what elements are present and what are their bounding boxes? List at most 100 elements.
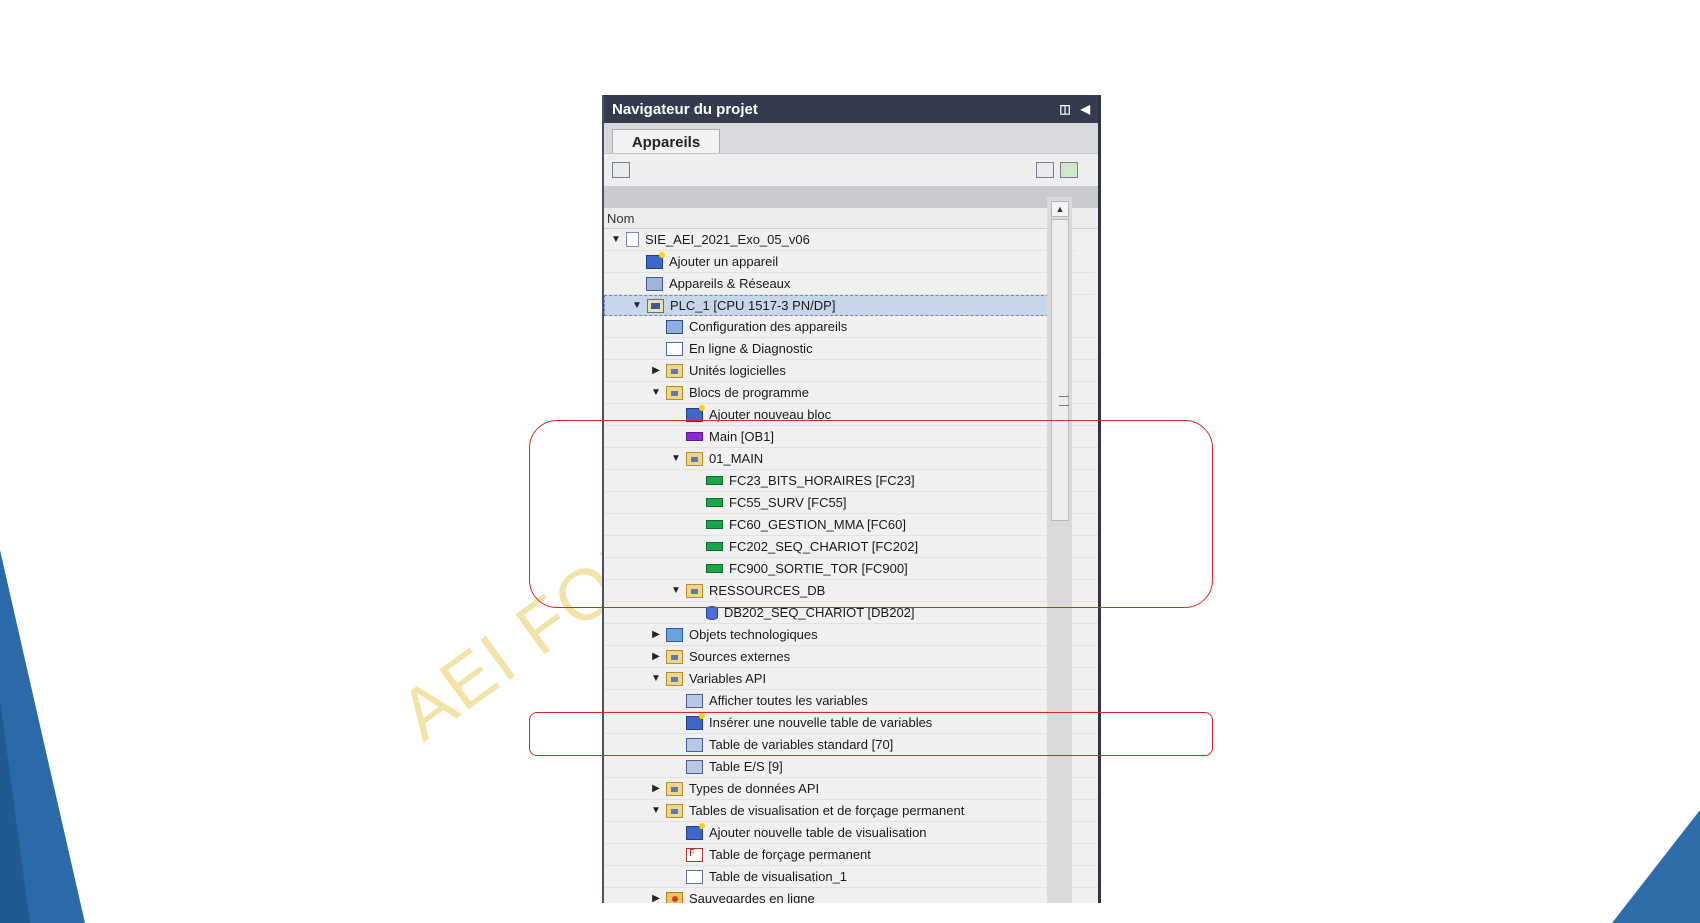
- tree-item-label: Sauvegardes en ligne: [689, 891, 815, 903]
- cfg-icon: [666, 319, 683, 334]
- scroll-thumb[interactable]: [1051, 219, 1069, 521]
- expanded-arrow-icon[interactable]: ▼: [650, 387, 662, 398]
- diag-icon: [666, 341, 683, 356]
- toolbar-divider: [604, 186, 1098, 208]
- collapsed-arrow-icon[interactable]: ▶: [650, 651, 662, 662]
- tree-item-label: Ajouter nouveau bloc: [709, 407, 832, 422]
- ob-icon: [686, 432, 703, 441]
- tree-item[interactable]: Table E/S [9]: [604, 756, 1098, 778]
- expanded-arrow-icon[interactable]: ▼: [670, 453, 682, 464]
- folder-icon: [686, 451, 703, 466]
- collapse-panel-icon[interactable]: ◀: [1081, 102, 1090, 116]
- tree-item[interactable]: ▼ Tables de visualisation et de forçage p…: [604, 800, 1098, 822]
- tree-item[interactable]: Table de variables standard [70]: [604, 734, 1098, 756]
- tree-item-label: Configuration des appareils: [689, 319, 848, 334]
- collapsed-arrow-icon[interactable]: ▶: [650, 629, 662, 640]
- tree-item[interactable]: Table de forçage permanent: [604, 844, 1098, 866]
- tree-item[interactable]: Configuration des appareils: [604, 316, 1098, 338]
- tree-item-label: Table de visualisation_1: [709, 869, 848, 884]
- project-tree: ▼ SIE_AEI_2021_Exo_05_v06 Ajouter un appar…: [604, 229, 1098, 903]
- collapsed-arrow-icon[interactable]: ▶: [650, 783, 662, 794]
- tree-item[interactable]: ▼ 01_MAIN: [604, 448, 1098, 470]
- overview-icon[interactable]: [1036, 162, 1054, 178]
- folder-icon: [666, 363, 683, 378]
- expanded-arrow-icon[interactable]: ▼: [670, 585, 682, 596]
- tree-item[interactable]: FC60_GESTION_MMA [FC60]: [604, 514, 1098, 536]
- tree-item-label: Ajouter un appareil: [669, 254, 779, 269]
- tree-item-label: Main [OB1]: [709, 429, 775, 444]
- tree-item-label: SIE_AEI_2021_Exo_05_v06: [645, 232, 810, 247]
- tree-item[interactable]: En ligne & Diagnostic: [604, 338, 1098, 360]
- folder-icon: [686, 583, 703, 598]
- properties-icon[interactable]: [612, 162, 630, 178]
- tree-item[interactable]: Ajouter nouvelle table de visualisation: [604, 822, 1098, 844]
- tab-appareils[interactable]: Appareils: [612, 129, 720, 154]
- tech-icon: [666, 627, 683, 642]
- tree-item[interactable]: FC202_SEQ_CHARIOT [FC202]: [604, 536, 1098, 558]
- var-icon: [686, 693, 703, 708]
- tree-item[interactable]: Main [OB1]: [604, 426, 1098, 448]
- tree-item-label: FC202_SEQ_CHARIOT [FC202]: [729, 539, 919, 554]
- vertical-scrollbar[interactable]: ▲: [1047, 197, 1072, 903]
- tab-bar: Appareils: [604, 123, 1098, 154]
- split-view-icon[interactable]: ◫: [1059, 102, 1070, 116]
- tree-item[interactable]: DB202_SEQ_CHARIOT [DB202]: [604, 602, 1098, 624]
- tree-item[interactable]: ▼ Variables API: [604, 668, 1098, 690]
- cpu-icon: [647, 298, 664, 313]
- scroll-up-icon[interactable]: ▲: [1051, 201, 1069, 217]
- add-icon: [646, 251, 665, 269]
- tree-item-label: Variables API: [689, 671, 767, 686]
- tree-item-label: FC900_SORTIE_TOR [FC900]: [729, 561, 908, 576]
- tree-item[interactable]: Ajouter nouveau bloc: [604, 404, 1098, 426]
- force-icon: [686, 847, 703, 862]
- tree-item[interactable]: ▼ PLC_1 [CPU 1517-3 PN/DP]: [604, 295, 1069, 316]
- tree-item[interactable]: ▶ Sources externes: [604, 646, 1098, 668]
- tree-item-label: 01_MAIN: [709, 451, 764, 466]
- tree-item[interactable]: Afficher toutes les variables: [604, 690, 1098, 712]
- var-icon: [686, 759, 703, 774]
- save-icon: [666, 891, 683, 903]
- tree-item[interactable]: ▶ Unités logicielles: [604, 360, 1098, 382]
- tree-item[interactable]: ▼ SIE_AEI_2021_Exo_05_v06: [604, 229, 1075, 251]
- fc-icon: [706, 564, 723, 573]
- expanded-arrow-icon[interactable]: ▼: [650, 673, 662, 684]
- tree-item-label: Tables de visualisation et de forçage pe…: [689, 803, 965, 818]
- expanded-arrow-icon[interactable]: ▼: [650, 805, 662, 816]
- tree-item-label: Insérer une nouvelle table de variables: [709, 715, 933, 730]
- folder-icon: [666, 781, 683, 796]
- tree-item[interactable]: ▼ RESSOURCES_DB: [604, 580, 1098, 602]
- collapsed-arrow-icon[interactable]: ▶: [650, 365, 662, 376]
- add-icon: [686, 404, 705, 422]
- export-icon[interactable]: [1060, 162, 1078, 178]
- expanded-arrow-icon[interactable]: ▼: [631, 300, 643, 311]
- tree-item-label: Ajouter nouvelle table de visualisation: [709, 825, 927, 840]
- tree-item-label: En ligne & Diagnostic: [689, 341, 813, 356]
- tree-item[interactable]: ▼ Blocs de programme: [604, 382, 1098, 404]
- tree-item-label: Table de variables standard [70]: [709, 737, 894, 752]
- tree-item[interactable]: ▶ Sauvegardes en ligne: [604, 888, 1098, 903]
- tree-item[interactable]: ▶ Objets technologiques: [604, 624, 1098, 646]
- tree-item-label: Blocs de programme: [689, 385, 809, 400]
- fc-icon: [706, 476, 723, 485]
- tree-item[interactable]: FC23_BITS_HORAIRES [FC23]: [604, 470, 1098, 492]
- folder-icon: [666, 649, 683, 664]
- tree-item[interactable]: Ajouter un appareil: [604, 251, 1095, 273]
- tree-item[interactable]: ▶ Types de données API: [604, 778, 1098, 800]
- scroll-grip-icon: [1059, 396, 1069, 406]
- tree-item[interactable]: FC900_SORTIE_TOR [FC900]: [604, 558, 1098, 580]
- fc-icon: [706, 542, 723, 551]
- tree-item[interactable]: Appareils & Réseaux: [604, 273, 1095, 295]
- tree-item[interactable]: Insérer une nouvelle table de variables: [604, 712, 1098, 734]
- navigator-toolbar: [604, 153, 1098, 186]
- column-header-nom[interactable]: Nom: [604, 208, 1098, 229]
- collapsed-arrow-icon[interactable]: ▶: [650, 893, 662, 903]
- tree-item-label: RESSOURCES_DB: [709, 583, 826, 598]
- expanded-arrow-icon[interactable]: ▼: [610, 234, 622, 245]
- tree-item[interactable]: Table de visualisation_1: [604, 866, 1098, 888]
- folder-icon: [666, 385, 683, 400]
- tree-item[interactable]: FC55_SURV [FC55]: [604, 492, 1098, 514]
- tree-item-label: FC23_BITS_HORAIRES [FC23]: [729, 473, 915, 488]
- add-icon: [686, 822, 705, 840]
- panel-title: Navigateur du projet: [612, 100, 758, 118]
- doc-icon: [626, 232, 639, 247]
